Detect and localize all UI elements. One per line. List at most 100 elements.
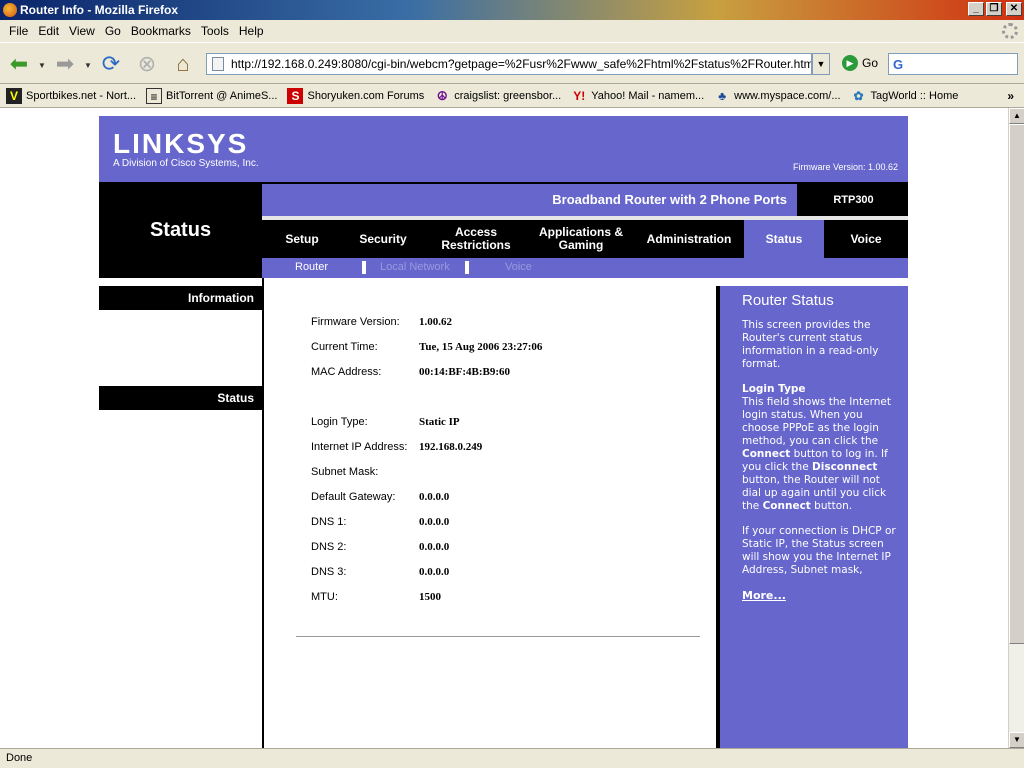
field-label: Firmware Version: (311, 316, 400, 328)
field-value: 1500 (419, 591, 441, 603)
help-keyword: Disconnect (812, 461, 878, 473)
scroll-down-icon[interactable]: ▼ (1009, 732, 1024, 748)
bookmark-item[interactable]: ☮ craigslist: greensbor... (434, 88, 561, 104)
menu-go[interactable]: Go (100, 24, 126, 38)
field-value: 0.0.0.0 (419, 566, 450, 578)
menu-help[interactable]: Help (234, 24, 269, 38)
status-text: Done (6, 752, 33, 764)
field-value: Tue, 15 Aug 2006 23:27:06 (419, 341, 543, 353)
field-label: Current Time: (311, 341, 378, 353)
linksys-header: LINKSYS A Division of Cisco Systems, Inc… (99, 116, 908, 182)
linksys-page: LINKSYS A Division of Cisco Systems, Inc… (99, 116, 908, 748)
google-icon: G (893, 57, 904, 72)
back-dropdown-icon[interactable]: ▼ (38, 61, 46, 70)
field-value: 0.0.0.0 (419, 491, 450, 503)
help-keyword: Connect (742, 448, 791, 460)
menu-view[interactable]: View (64, 24, 100, 38)
shoryuken-icon: S (287, 87, 304, 104)
field-label: MTU: (311, 591, 338, 603)
navigation-toolbar: ⬅ ▼ ➡ ▼ ⟳ ⊗ ⌂ http://192.168.0.249:8080/… (0, 42, 1024, 84)
minimize-button[interactable]: _ (968, 2, 984, 16)
forward-arrow-icon[interactable]: ➡ (52, 51, 78, 77)
tab-security[interactable]: Security (342, 220, 424, 258)
help-text: button. (814, 500, 853, 512)
field-label: DNS 3: (311, 566, 347, 578)
go-button[interactable]: ▶ Go (842, 55, 878, 71)
bookmark-item[interactable]: ♣ www.myspace.com/... (714, 88, 840, 104)
field-label: MAC Address: (311, 366, 382, 378)
tab-administration[interactable]: Administration (634, 220, 744, 258)
status-panel: Firmware Version: 1.00.62 Current Time: … (264, 286, 716, 748)
bookmarks-toolbar: V Sportbikes.net - Nort... ≡ BitTorrent … (0, 84, 1024, 108)
menu-edit[interactable]: Edit (33, 24, 64, 38)
help-login-type: Login Type This field shows the Internet… (742, 383, 898, 513)
field-label: DNS 2: (311, 541, 347, 553)
close-button[interactable]: ✕ (1006, 2, 1022, 16)
home-icon[interactable]: ⌂ (170, 51, 196, 77)
field-label: Internet IP Address: (311, 441, 408, 453)
go-arrow-icon: ▶ (842, 55, 858, 71)
bookmark-item[interactable]: S Shoryuken.com Forums (287, 87, 425, 104)
page-title: Status (149, 218, 212, 241)
subtab-local-network[interactable]: Local Network (380, 261, 450, 273)
tab-status[interactable]: Status (744, 220, 824, 258)
section-information: Information (99, 286, 262, 310)
page-viewport: LINKSYS A Division of Cisco Systems, Inc… (0, 108, 1008, 748)
model-name: RTP300 (799, 184, 908, 216)
field-value: 192.168.0.249 (419, 441, 483, 453)
subtab-separator (362, 261, 366, 274)
forward-dropdown-icon[interactable]: ▼ (84, 61, 92, 70)
help-title: Router Status (742, 292, 834, 309)
help-intro: This screen provides the Router's curren… (742, 319, 879, 370)
menu-bookmarks[interactable]: Bookmarks (126, 24, 196, 38)
bookmark-item[interactable]: Y! Yahoo! Mail - namem... (571, 88, 704, 104)
window-controls: _ ❐ ✕ (968, 2, 1022, 16)
myspace-icon: ♣ (718, 88, 727, 103)
back-arrow-icon[interactable]: ⬅ (6, 51, 32, 77)
tab-access-restrictions[interactable]: Access Restrictions (424, 220, 528, 258)
subtab-voice[interactable]: Voice (505, 261, 532, 273)
bookmark-label: TagWorld :: Home (870, 89, 959, 102)
help-more-link[interactable]: More... (742, 589, 786, 602)
reload-icon[interactable]: ⟳ (98, 51, 124, 77)
url-field[interactable]: http://192.168.0.249:8080/cgi-bin/webcm?… (206, 53, 812, 75)
help-panel: Router Status This screen provides the R… (716, 286, 908, 748)
subtab-separator (465, 261, 469, 274)
browser-statusbar: Done (0, 748, 1024, 768)
linksys-logo: LINKSYS (113, 128, 249, 159)
go-label: Go (862, 56, 879, 70)
field-value: Static IP (419, 416, 460, 428)
help-keyword: Connect (762, 500, 811, 512)
menu-file[interactable]: File (4, 24, 33, 38)
search-input[interactable]: G (888, 53, 1018, 75)
subtab-router[interactable]: Router (295, 261, 328, 273)
scroll-thumb[interactable] (1009, 124, 1024, 644)
bookmark-item[interactable]: V Sportbikes.net - Nort... (6, 87, 136, 104)
vertical-scrollbar[interactable]: ▲ ▼ (1008, 108, 1024, 748)
bookmark-item[interactable]: ✿ TagWorld :: Home (851, 88, 959, 104)
stop-icon[interactable]: ⊗ (134, 51, 160, 77)
product-name: Broadband Router with 2 Phone Ports (262, 184, 797, 216)
content-divider (296, 636, 700, 637)
field-value: 00:14:BF:4B:B9:60 (419, 366, 511, 378)
menu-tools[interactable]: Tools (196, 24, 234, 38)
help-login-heading: Login Type (742, 383, 806, 395)
tab-voice[interactable]: Voice (824, 220, 908, 258)
scroll-up-icon[interactable]: ▲ (1009, 108, 1024, 124)
yahoo-icon: Y! (573, 88, 586, 103)
bookmark-item[interactable]: ≡ BitTorrent @ AnimeS... (146, 87, 278, 104)
bookmark-label: Shoryuken.com Forums (307, 89, 425, 102)
url-text: http://192.168.0.249:8080/cgi-bin/webcm?… (231, 57, 812, 71)
url-dropdown-icon[interactable]: ▼ (812, 53, 830, 75)
bookmark-label: www.myspace.com/... (734, 89, 841, 102)
linksys-tagline: A Division of Cisco Systems, Inc. (113, 158, 259, 169)
bookmark-label: craigslist: greensbor... (454, 89, 562, 102)
maximize-button[interactable]: ❐ (986, 2, 1002, 16)
bookmark-label: Yahoo! Mail - namem... (591, 89, 705, 102)
window-titlebar: Router Info - Mozilla Firefox _ ❐ ✕ (0, 0, 1024, 20)
field-label: DNS 1: (311, 516, 347, 528)
bookmark-label: BitTorrent @ AnimeS... (166, 89, 278, 102)
bookmarks-overflow-icon[interactable]: » (1007, 89, 1014, 103)
tab-setup[interactable]: Setup (262, 220, 342, 258)
tab-applications-gaming[interactable]: Applications & Gaming (528, 220, 634, 258)
